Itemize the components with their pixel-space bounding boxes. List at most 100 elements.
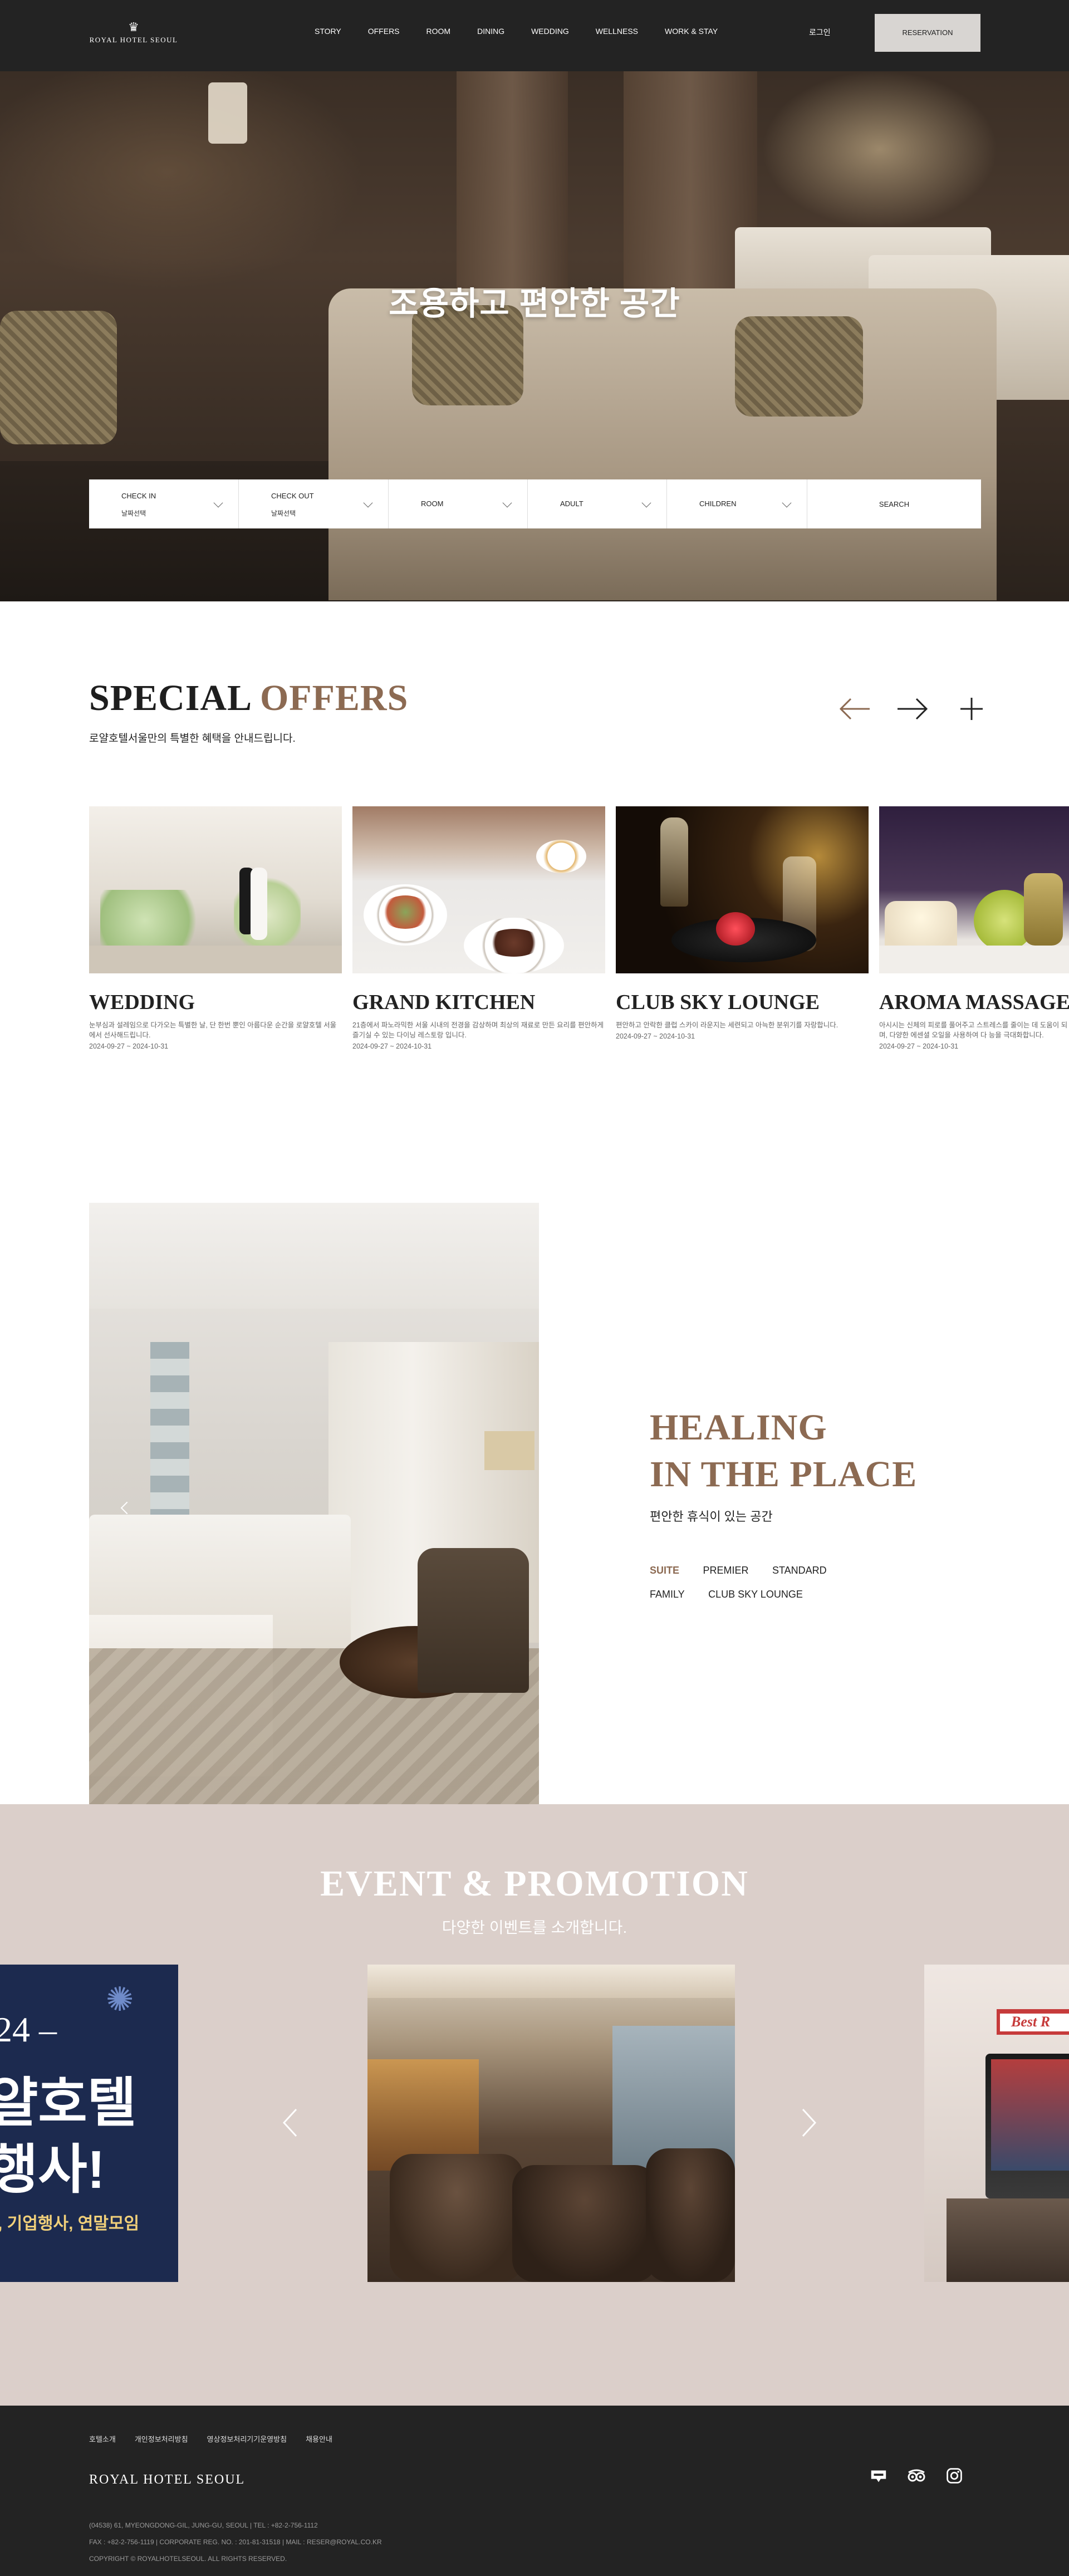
offer-card-aroma-massage[interactable]: AROMA MASSAGE 아시시는 신체의 피로를 풀어주고 스트레스를 줄이… [879, 806, 1069, 1050]
chevron-right-icon [802, 2108, 817, 2137]
footer-copyright: COPYRIGHT © ROYALHOTELSEOUL. ALL RIGHTS … [89, 2555, 287, 2563]
event-next-button[interactable] [797, 2106, 820, 2139]
special-offers-title-accent: OFFERS [259, 678, 409, 718]
nav-wellness[interactable]: WELLNESS [596, 27, 638, 38]
arrow-right-icon [898, 698, 928, 720]
offer-description: 편안하고 안락한 클럽 스카이 라운지는 세련되고 아늑한 분위기를 자랑합니다… [616, 1021, 838, 1029]
event-promotion-section: EVENT & PROMOTION 다양한 이벤트를 소개합니다. 24 – 얄… [0, 1804, 1069, 2406]
chevron-down-icon [641, 498, 651, 508]
room-label: ROOM [421, 499, 444, 508]
chevron-left-icon [282, 2108, 297, 2137]
reservation-button[interactable]: RESERVATION [875, 14, 980, 52]
event-slide-right[interactable]: Best R [924, 1965, 1069, 2282]
event-slide-center[interactable] [367, 1965, 735, 2282]
footer-link-cctv-policy[interactable]: 영상정보처리기기운영방침 [207, 2433, 287, 2444]
offer-title: CLUB SKY LOUNGE [616, 991, 820, 1014]
hero-cushion-image [735, 316, 863, 417]
nav-story[interactable]: STORY [315, 27, 341, 38]
healing-title-line2: IN THE PLACE [650, 1454, 918, 1495]
offer-description: 눈부심과 설레임으로 다가오는 특별한 날, 단 한번 뿐인 아름다운 순간을 … [89, 1021, 337, 1039]
events-subtitle: 다양한 이벤트를 소개합니다. [442, 1919, 627, 1936]
nav-dining[interactable]: DINING [477, 27, 504, 38]
adult-label: ADULT [560, 499, 583, 508]
tab-club-sky-lounge[interactable]: CLUB SKY LOUNGE [708, 1589, 803, 1600]
site-footer: 호텔소개 개인정보처리방침 영상정보처리기기운영방침 채용안내 ROYAL HO… [0, 2406, 1069, 2576]
offer-description: 아시시는 신체의 피로를 풀어주고 스트레스를 줄이는 데 도움이 되며, 다양… [879, 1021, 1068, 1039]
offer-card-grand-kitchen[interactable]: GRAND KITCHEN 21층에서 파노라믹한 서울 시내의 전경을 감상하… [352, 806, 605, 1050]
hero-title: 조용하고 편안한 공간 [389, 286, 680, 322]
healing-subtitle: 편안한 휴식이 있는 공간 [650, 1510, 773, 1524]
tab-suite[interactable]: SUITE [650, 1565, 679, 1576]
footer-info: (04538) 61, MYEONGDONG-GIL, JUNG-GU, SEO… [89, 2517, 382, 2567]
site-logo[interactable]: ♛ ROYAL HOTEL SEOUL [89, 21, 178, 45]
chevron-down-icon [213, 498, 223, 508]
room-type-tabs: SUITE PREMIER STANDARD FAMILY CLUB SKY L… [650, 1565, 884, 1613]
offer-title: AROMA MASSAGE [879, 991, 1069, 1014]
hero-section: 조용하고 편안한 공간 CHECK IN 날짜선택 CHECK OUT 날짜선택… [0, 71, 1069, 601]
room-chair-image [418, 1548, 529, 1693]
nav-room[interactable]: ROOM [426, 27, 451, 38]
chevron-down-icon [782, 498, 792, 508]
offer-description: 21층에서 파노라믹한 서울 시내의 전경을 감상하며 최상의 재료로 만든 요… [352, 1021, 604, 1039]
tab-standard[interactable]: STANDARD [772, 1565, 827, 1576]
offer-date: 2024-09-27 ~ 2024-10-31 [352, 1042, 432, 1050]
footer-link-about[interactable]: 호텔소개 [89, 2433, 116, 2444]
nav-offers[interactable]: OFFERS [368, 27, 400, 38]
login-link[interactable]: 로그인 [809, 27, 831, 38]
lounge-chair-image [646, 2148, 735, 2282]
room-image [89, 1203, 539, 1804]
special-offers-title-main: SPECIAL [89, 678, 260, 718]
footer-link-careers[interactable]: 채용안내 [306, 2433, 332, 2444]
offer-card-club-sky-lounge[interactable]: CLUB SKY LOUNGE 편안하고 안락한 클럽 스카이 라운지는 세련되… [616, 806, 869, 1040]
chevron-left-icon[interactable] [120, 1501, 134, 1515]
event-slide-year: 24 – [0, 2010, 57, 2049]
lounge-chair-image [512, 2165, 657, 2282]
chevron-down-icon [363, 498, 373, 508]
offer-date: 2024-09-27 ~ 2024-10-31 [879, 1042, 959, 1050]
main-nav: STORY OFFERS ROOM DINING WEDDING WELLNES… [315, 27, 744, 38]
room-lamp-image [484, 1431, 534, 1470]
children-select[interactable]: CHILDREN [667, 479, 807, 528]
event-prev-button[interactable] [279, 2106, 302, 2139]
events-title: EVENT & PROMOTION [320, 1863, 749, 1904]
event-slide-left[interactable]: 24 – 얄호텔 행사! , 기업행사, 연말모임 ✺ [0, 1965, 178, 2282]
search-button[interactable]: SEARCH [807, 479, 981, 528]
check-in-field[interactable]: CHECK IN 날짜선택 [89, 479, 239, 528]
offer-title: WEDDING [89, 991, 195, 1014]
room-select[interactable]: ROOM [389, 479, 528, 528]
lounge-ceiling-image [367, 1965, 735, 1998]
hero-lamp-image [208, 82, 247, 144]
crown-icon: ♛ [128, 20, 139, 34]
event-slide-line3: , 기업행사, 연말모임 [0, 2215, 140, 2233]
tripadvisor-icon[interactable] [906, 2466, 926, 2486]
blog-icon[interactable] [869, 2466, 889, 2486]
lounge-chair-image [390, 2154, 523, 2282]
special-offers-title: SPECIAL OFFERS [89, 677, 408, 719]
check-in-label: CHECK IN [121, 492, 156, 500]
adult-select[interactable]: ADULT [528, 479, 667, 528]
offer-image-grand-kitchen [352, 806, 605, 973]
more-offers-button[interactable] [952, 689, 991, 728]
instagram-icon[interactable] [944, 2466, 964, 2486]
prev-offer-button[interactable] [835, 689, 874, 728]
next-offer-button[interactable] [893, 689, 932, 728]
healing-title-line1: HEALING [650, 1407, 827, 1448]
nav-work-stay[interactable]: WORK & STAY [665, 27, 718, 38]
laptop-screen-image [991, 2059, 1069, 2171]
footer-contact: FAX : +82-2-756-1119 | CORPORATE REG. NO… [89, 2538, 382, 2546]
offer-card-wedding[interactable]: WEDDING 눈부심과 설레임으로 다가오는 특별한 날, 단 한번 뿐인 아… [89, 806, 342, 1050]
offer-date: 2024-09-27 ~ 2024-10-31 [89, 1042, 169, 1050]
room-ceiling-image [89, 1203, 539, 1309]
plus-icon [960, 698, 983, 720]
tab-premier[interactable]: PREMIER [703, 1565, 748, 1576]
offer-image-aroma-massage [879, 806, 1069, 973]
site-header: ♛ ROYAL HOTEL SEOUL STORY OFFERS ROOM DI… [0, 0, 1069, 71]
check-in-value: 날짜선택 [121, 510, 146, 517]
children-label: CHILDREN [699, 499, 737, 508]
check-out-field[interactable]: CHECK OUT 날짜선택 [239, 479, 389, 528]
offer-image-club-sky-lounge [616, 806, 869, 973]
footer-address: (04538) 61, MYEONGDONG-GIL, JUNG-GU, SEO… [89, 2521, 318, 2529]
nav-wedding[interactable]: WEDDING [531, 27, 569, 38]
tab-family[interactable]: FAMILY [650, 1589, 685, 1600]
footer-link-privacy[interactable]: 개인정보처리방침 [135, 2433, 188, 2444]
